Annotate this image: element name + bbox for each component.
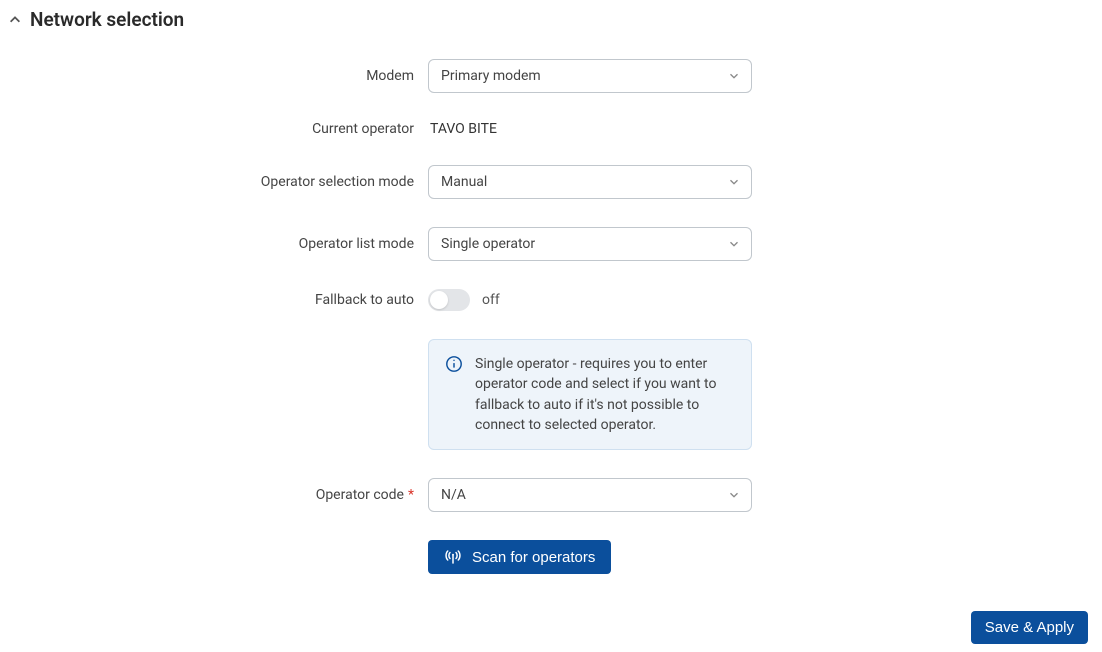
row-info: Single operator - requires you to enter … [0,339,1102,450]
row-operator-code: Operator code* N/A [0,478,1102,512]
chevron-down-icon [727,237,741,251]
row-fallback: Fallback to auto off [0,289,1102,311]
form-area: Modem Primary modem Current operator TAV… [0,39,1102,574]
label-modem: Modem [0,68,428,84]
info-icon [445,355,463,373]
row-current-operator: Current operator TAVO BITE [0,121,1102,137]
save-apply-button[interactable]: Save & Apply [971,611,1088,644]
chevron-up-icon [8,13,22,27]
scan-operators-button[interactable]: Scan for operators [428,540,611,574]
row-list-mode: Operator list mode Single operator [0,227,1102,261]
modem-select[interactable]: Primary modem [428,59,752,93]
label-operator-code: Operator code* [0,487,428,503]
toggle-knob [430,291,448,309]
row-modem: Modem Primary modem [0,59,1102,93]
row-scan: Scan for operators [0,540,1102,574]
antenna-icon [444,548,462,566]
required-asterisk: * [408,487,414,503]
row-selection-mode: Operator selection mode Manual [0,165,1102,199]
operator-code-select[interactable]: N/A [428,478,752,512]
info-text: Single operator - requires you to enter … [475,354,735,435]
info-box: Single operator - requires you to enter … [428,339,752,450]
scan-button-label: Scan for operators [472,549,595,566]
operator-code-value: N/A [441,487,466,503]
current-operator-value: TAVO BITE [428,121,497,137]
fallback-toggle[interactable] [428,289,470,311]
label-selection-mode: Operator selection mode [0,174,428,190]
label-current-operator: Current operator [0,121,428,137]
chevron-down-icon [727,69,741,83]
label-list-mode: Operator list mode [0,236,428,252]
selection-mode-value: Manual [441,174,487,190]
chevron-down-icon [727,488,741,502]
modem-select-value: Primary modem [441,68,541,84]
save-apply-label: Save & Apply [985,619,1074,636]
list-mode-select[interactable]: Single operator [428,227,752,261]
section-header[interactable]: Network selection [0,0,1102,39]
label-fallback: Fallback to auto [0,292,428,308]
list-mode-value: Single operator [441,236,535,252]
fallback-state: off [482,292,500,308]
section-title: Network selection [30,8,184,31]
chevron-down-icon [727,175,741,189]
selection-mode-select[interactable]: Manual [428,165,752,199]
